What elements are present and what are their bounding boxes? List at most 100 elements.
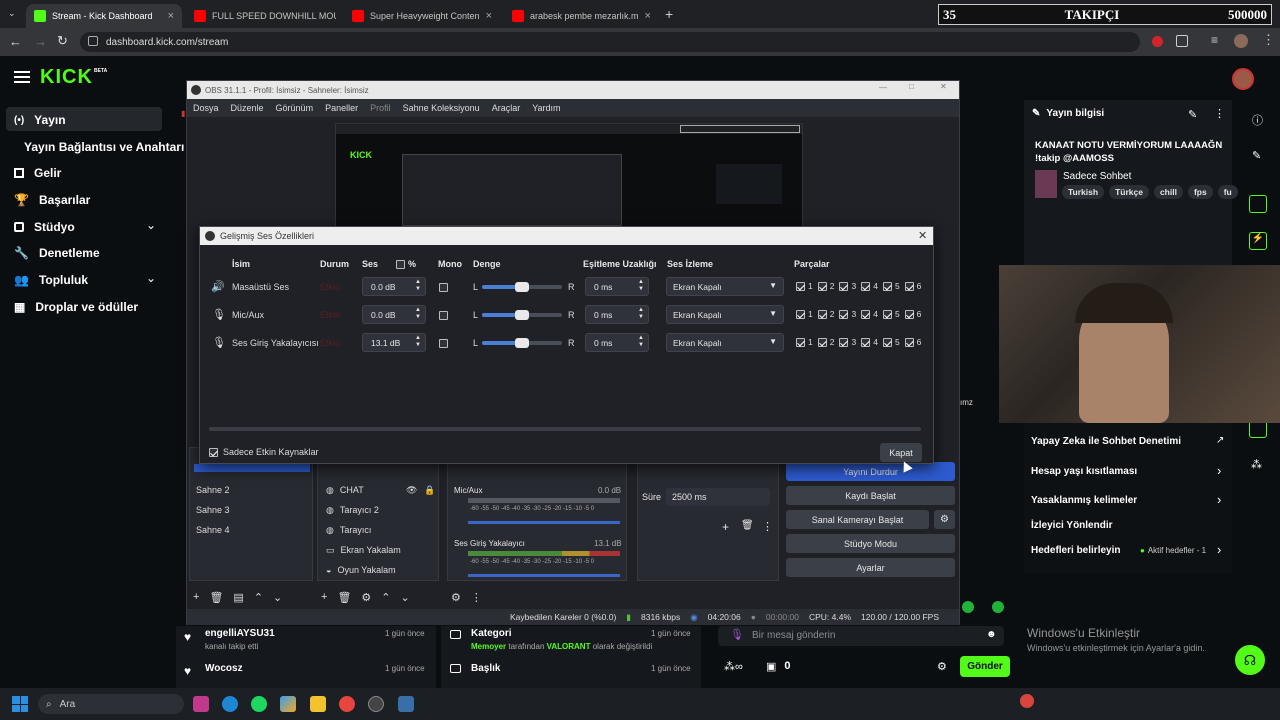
source-item[interactable]: ▭ Ekran Yakalam	[318, 540, 438, 560]
source-settings-icon[interactable]: ⚙	[361, 591, 371, 604]
close-dialog-icon[interactable]: ✕	[918, 229, 927, 242]
mixer-volume-slider[interactable]	[468, 574, 620, 577]
tag[interactable]: chill	[1153, 185, 1183, 199]
track-checkbox[interactable]	[882, 281, 892, 291]
monitoring-dropdown[interactable]: Ekran Kapalı ▼	[666, 333, 784, 352]
track-toggle[interactable]: 4	[861, 337, 878, 347]
move-down-icon[interactable]: ⌄	[273, 591, 282, 604]
banned-words-row[interactable]: Yasaklanmış kelimeler	[1031, 495, 1137, 506]
track-checkbox[interactable]	[882, 337, 892, 347]
scene-item[interactable]: Sahne 3	[190, 500, 312, 520]
scene-item[interactable]: Sahne 4	[190, 520, 312, 540]
add-transition-icon[interactable]: +	[722, 520, 729, 534]
balance-slider[interactable]	[482, 338, 562, 348]
track-toggle[interactable]: 2	[817, 309, 834, 319]
tab-search-chevron-icon[interactable]: ⌄	[8, 8, 16, 19]
sidebar-item-yayin[interactable]: (•) Yayın	[14, 113, 66, 127]
sync-offset-spinbox[interactable]: 0 ms ▲ ▼	[585, 305, 649, 324]
track-toggle[interactable]: 3	[839, 309, 856, 319]
track-toggle[interactable]: 2	[817, 281, 834, 291]
external-link-icon[interactable]: ↗	[1216, 435, 1224, 446]
hamburger-menu-icon[interactable]	[14, 71, 30, 83]
media-control-icon[interactable]: ≡	[1211, 33, 1218, 47]
track-checkbox[interactable]	[839, 337, 849, 347]
track-toggle[interactable]: 3	[839, 281, 856, 291]
tag[interactable]: fps	[1187, 185, 1213, 199]
close-button[interactable]: Kapat	[880, 443, 922, 462]
file-explorer-icon[interactable]	[310, 696, 326, 712]
move-up-icon[interactable]: ⌃	[381, 591, 390, 604]
app-icon[interactable]	[398, 696, 414, 712]
settings-button[interactable]: Ayarlar	[786, 558, 955, 577]
send-button[interactable]: Gönder	[960, 656, 1010, 677]
delete-transition-icon[interactable]: 🗑	[741, 520, 754, 531]
menu-araclar[interactable]: Araçlar	[492, 103, 521, 113]
track-checkbox[interactable]	[817, 337, 827, 347]
sidebar-item-basarilar[interactable]: 🏆 Başarılar	[14, 193, 90, 207]
menu-dosya[interactable]: Dosya	[193, 103, 219, 113]
chevron-right-icon[interactable]: ›	[1217, 542, 1221, 557]
close-tab-icon[interactable]: ×	[486, 10, 492, 22]
source-item[interactable]: ◍ Tarayıcı	[318, 520, 438, 540]
support-headset-icon[interactable]: ☊	[1235, 645, 1265, 675]
emoji-icon[interactable]: ☻	[986, 629, 997, 640]
chevron-right-icon[interactable]: ›	[1217, 463, 1221, 478]
balance-knob[interactable]	[515, 310, 529, 320]
track-checkbox[interactable]	[839, 309, 849, 319]
extension-red-icon[interactable]	[1152, 36, 1163, 47]
spotify-icon[interactable]	[251, 696, 267, 712]
tab-youtube-2[interactable]: Super Heavyweight Conten ×	[344, 4, 496, 28]
balance-slider[interactable]	[482, 282, 562, 292]
track-checkbox[interactable]	[904, 337, 914, 347]
track-checkbox[interactable]	[796, 337, 805, 347]
track-checkbox[interactable]	[817, 281, 827, 291]
start-recording-button[interactable]: Kaydı Başlat	[786, 486, 955, 505]
source-item[interactable]: ◍ CHAT 👁 🔒	[318, 480, 438, 500]
balance-slider[interactable]	[482, 310, 562, 320]
track-checkbox[interactable]	[861, 337, 871, 347]
pencil-icon[interactable]: ✎	[1252, 149, 1261, 162]
sync-offset-spinbox[interactable]: 0 ms ▲ ▼	[585, 277, 649, 296]
spin-arrows-icon[interactable]: ▲ ▼	[638, 279, 644, 293]
track-toggle[interactable]: 5	[882, 309, 900, 319]
active-only-checkbox[interactable]	[209, 447, 218, 457]
track-checkbox[interactable]	[861, 281, 871, 291]
track-toggle[interactable]: 1	[796, 281, 813, 291]
source-item[interactable]: ◒ Oyun Yakalam	[318, 560, 438, 580]
track-checkbox[interactable]	[796, 309, 805, 319]
track-toggle[interactable]: 1	[796, 309, 813, 319]
user-avatar[interactable]	[1232, 68, 1254, 90]
add-source-icon[interactable]: +	[321, 591, 327, 604]
lightning-icon[interactable]: ⚡	[1249, 232, 1267, 250]
maximize-icon[interactable]: □	[909, 82, 914, 91]
goals-row[interactable]: Hedefleri belirleyin	[1031, 545, 1120, 556]
virtual-camera-button[interactable]: Sanal Kamerayı Başlat	[786, 510, 929, 529]
visibility-eye-icon[interactable]: 👁	[406, 485, 417, 496]
chrome-icon[interactable]	[339, 696, 355, 712]
tag[interactable]: Turkish	[1062, 185, 1105, 199]
close-window-icon[interactable]: ✕	[940, 82, 947, 91]
edit-pencil-icon[interactable]: ✎	[1188, 108, 1197, 121]
menu-profil[interactable]: Profil	[370, 103, 391, 113]
track-checkbox[interactable]	[904, 309, 914, 319]
transition-menu-icon[interactable]: ⋮	[762, 520, 773, 533]
track-toggle[interactable]: 6	[904, 309, 921, 319]
sidebar-item-droplar[interactable]: ▦ Droplar ve ödüller	[14, 300, 138, 314]
monitoring-dropdown[interactable]: Ekran Kapalı ▼	[666, 305, 784, 324]
sync-offset-spinbox[interactable]: 0 ms ▲ ▼	[585, 333, 649, 352]
duration-input[interactable]: 2500 ms	[666, 488, 770, 506]
extensions-puzzle-icon[interactable]	[1176, 35, 1188, 47]
percent-checkbox[interactable]	[396, 259, 405, 269]
track-checkbox[interactable]	[904, 281, 914, 291]
tab-kick-dashboard[interactable]: Stream - Kick Dashboard ×	[26, 4, 182, 28]
spin-arrows-icon[interactable]: ▲ ▼	[415, 335, 421, 349]
volume-spinbox[interactable]: 0.0 dB ▲ ▼	[362, 277, 426, 296]
copilot-icon[interactable]	[280, 696, 296, 712]
tag[interactable]: fu	[1217, 185, 1238, 199]
track-checkbox[interactable]	[839, 281, 849, 291]
profile-avatar[interactable]	[1234, 34, 1248, 48]
mixer-advanced-icon[interactable]: ⚙	[451, 591, 461, 604]
volume-spinbox[interactable]: 0.0 dB ▲ ▼	[362, 305, 426, 324]
camera-frame-icon[interactable]	[1249, 195, 1267, 213]
sidebar-item-stream-key[interactable]: Yayın Bağlantısı ve Anahtarı	[24, 140, 184, 154]
